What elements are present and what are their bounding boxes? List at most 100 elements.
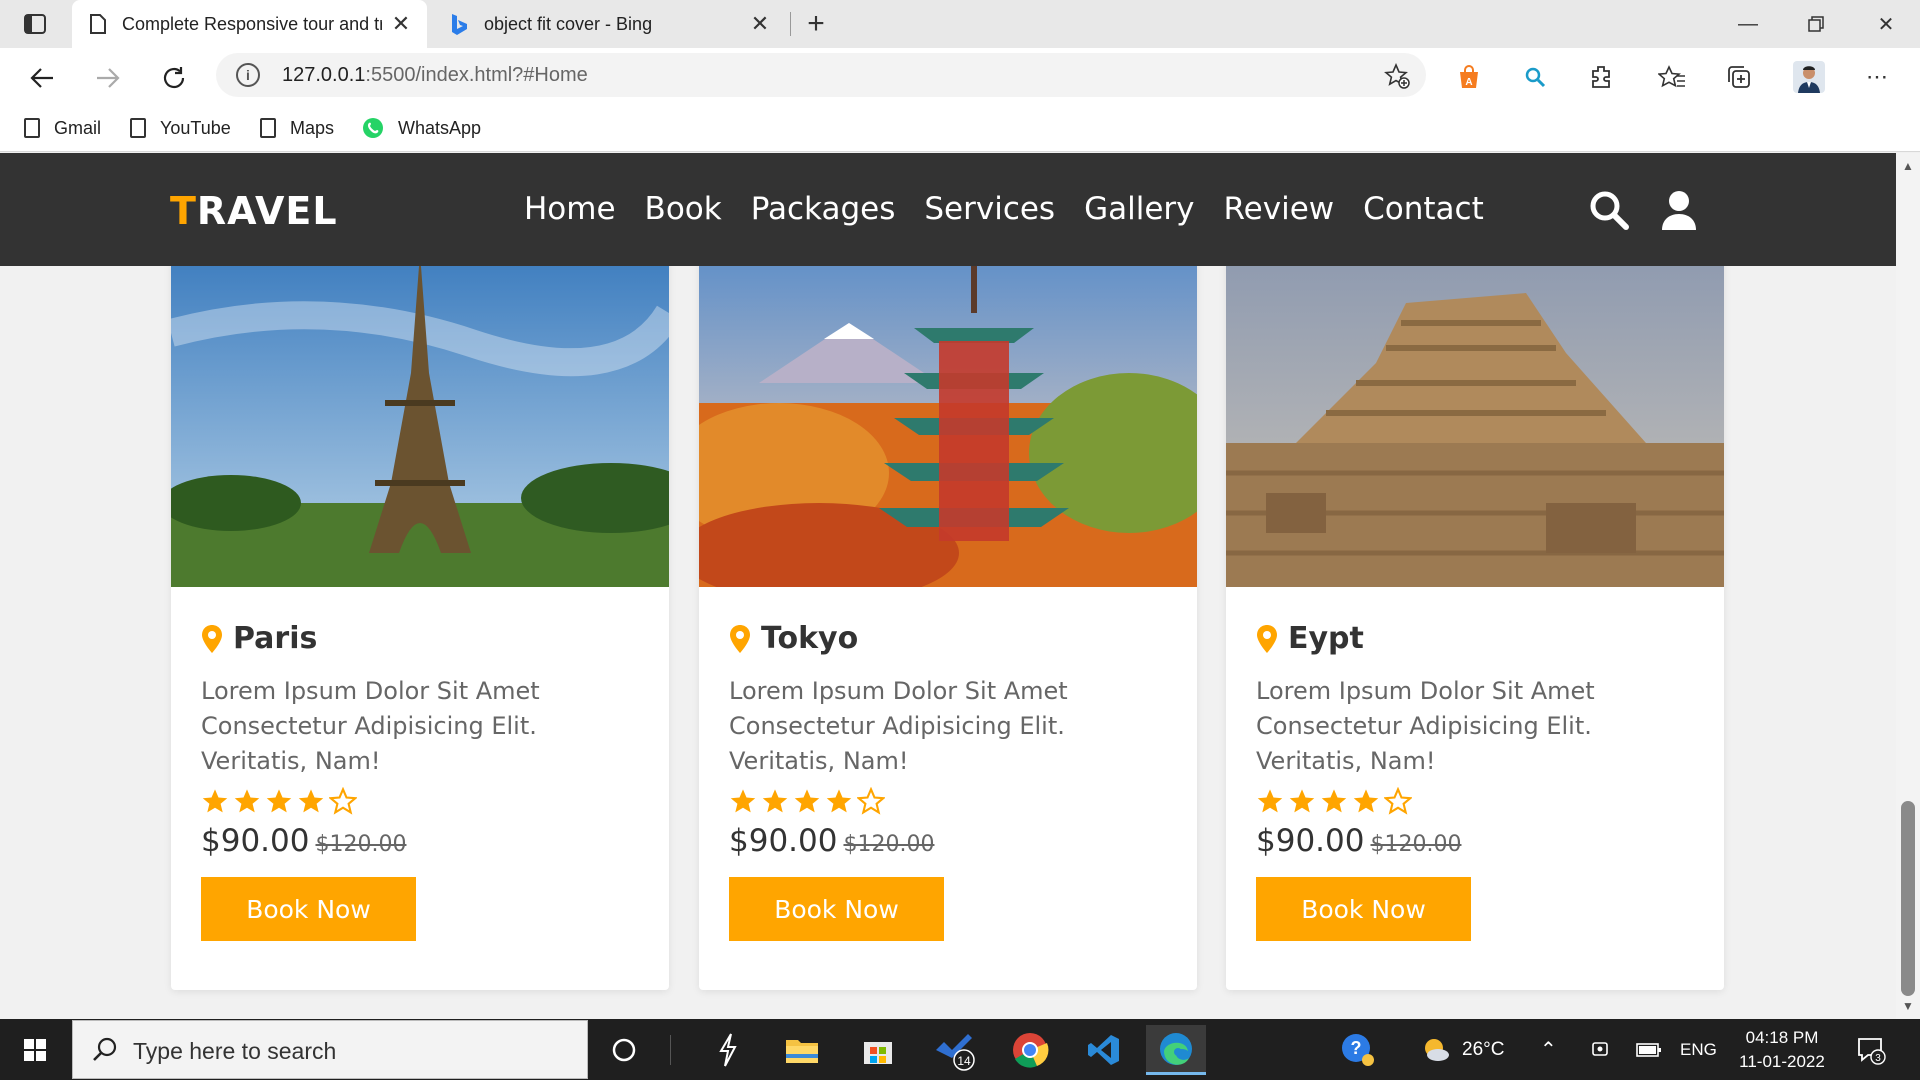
site-logo[interactable]: TRAVEL xyxy=(170,189,338,233)
price: $90.00 $120.00 xyxy=(201,823,641,859)
tab-current[interactable]: Complete Responsive tour and tr ✕ xyxy=(72,0,427,48)
book-now-button[interactable]: Book Now xyxy=(729,877,944,941)
file-explorer-icon[interactable] xyxy=(772,1025,832,1075)
star-icon xyxy=(1353,789,1379,813)
more-options-icon[interactable]: ⋯ xyxy=(1860,60,1894,94)
star-icon xyxy=(1257,789,1283,813)
nav-services[interactable]: Services xyxy=(924,191,1055,227)
search-icon[interactable] xyxy=(1588,189,1630,231)
tab-bing[interactable]: object fit cover - Bing ✕ xyxy=(438,0,786,48)
store-icon[interactable] xyxy=(848,1025,908,1075)
tab-actions-icon[interactable] xyxy=(14,11,56,37)
close-window-icon[interactable]: ✕ xyxy=(1862,8,1910,40)
close-tab-icon[interactable]: ✕ xyxy=(389,11,413,36)
bookmark-label: YouTube xyxy=(160,117,231,138)
svg-text:14: 14 xyxy=(957,1054,971,1068)
card-body: Eypt Lorem Ipsum Dolor Sit Amet Consecte… xyxy=(1256,621,1696,941)
help-icon[interactable]: ? xyxy=(1340,1019,1376,1080)
tokyo-image xyxy=(699,253,1197,587)
windows-start-icon[interactable] xyxy=(12,1035,58,1065)
bookmark-youtube[interactable]: YouTube xyxy=(130,114,231,142)
app-icon-bolt[interactable] xyxy=(698,1025,758,1075)
new-tab-icon[interactable]: + xyxy=(800,7,832,40)
tab-title: Complete Responsive tour and tr xyxy=(122,13,382,34)
egypt-image xyxy=(1226,253,1724,587)
add-favorite-icon[interactable] xyxy=(1384,63,1410,89)
profile-avatar[interactable] xyxy=(1792,60,1826,94)
meet-now-icon[interactable] xyxy=(1590,1019,1610,1080)
card-title: Paris xyxy=(201,621,641,656)
search-extension-icon[interactable] xyxy=(1518,60,1552,94)
star-outline-icon xyxy=(1384,787,1412,815)
star-icon xyxy=(826,789,852,813)
svg-text:A: A xyxy=(1465,77,1472,88)
taskbar: Type here to search 14 ? 26°C ⌃ ENG 04:1… xyxy=(0,1019,1920,1080)
restore-icon[interactable] xyxy=(1792,8,1840,40)
clock[interactable]: 04:18 PM 11-01-2022 xyxy=(1722,1026,1842,1074)
taskbar-search-input[interactable]: Type here to search xyxy=(72,1020,588,1079)
url-text: 127.0.0.1:5500/index.html?#Home xyxy=(282,64,588,86)
nav-contact[interactable]: Contact xyxy=(1363,191,1484,227)
search-icon xyxy=(93,1037,117,1061)
bookmark-label: Maps xyxy=(290,117,335,138)
star-icon xyxy=(266,789,292,813)
card-title: Tokyo xyxy=(729,621,1169,656)
nav-book[interactable]: Book xyxy=(645,191,722,227)
bookmark-maps[interactable]: Maps xyxy=(260,114,334,142)
battery-icon[interactable] xyxy=(1636,1019,1662,1080)
close-tab-icon[interactable]: ✕ xyxy=(748,11,772,36)
minimize-icon[interactable]: — xyxy=(1724,8,1772,40)
back-icon[interactable] xyxy=(24,60,60,96)
chrome-icon[interactable] xyxy=(1000,1025,1060,1075)
address-bar: i 127.0.0.1:5500/index.html?#Home A ⋯ xyxy=(0,48,1920,106)
favorites-icon[interactable] xyxy=(1655,60,1689,94)
scroll-up-icon[interactable]: ▲ xyxy=(1902,159,1914,173)
old-price: $120.00 xyxy=(315,832,407,857)
price: $90.00 $120.00 xyxy=(1256,823,1696,859)
todo-icon[interactable]: 14 xyxy=(924,1025,984,1075)
bookmark-gmail[interactable]: Gmail xyxy=(24,114,101,142)
card-description: Lorem Ipsum Dolor Sit Amet Consectetur A… xyxy=(201,677,540,775)
weather-temp: 26°C xyxy=(1462,1038,1505,1060)
refresh-icon[interactable] xyxy=(156,60,192,96)
user-icon[interactable] xyxy=(1658,189,1700,231)
book-now-button[interactable]: Book Now xyxy=(1256,877,1471,941)
forward-icon[interactable] xyxy=(90,60,126,96)
clock-time: 04:18 PM xyxy=(1745,1028,1819,1047)
language-indicator[interactable]: ENG xyxy=(1680,1019,1717,1080)
page-icon xyxy=(260,118,276,138)
card-description: Lorem Ipsum Dolor Sit Amet Consectetur A… xyxy=(1256,677,1595,775)
site-info-icon[interactable]: i xyxy=(236,63,260,87)
star-outline-icon xyxy=(857,787,885,815)
location-label: Tokyo xyxy=(761,621,859,656)
shopping-extension-icon[interactable]: A xyxy=(1452,60,1486,94)
scroll-thumb[interactable] xyxy=(1901,801,1915,996)
page-scrollbar[interactable]: ▲ ▼ xyxy=(1896,153,1920,1019)
map-marker-icon xyxy=(202,624,222,653)
chevron-up-icon[interactable]: ⌃ xyxy=(1540,1019,1557,1080)
rating-stars xyxy=(201,787,641,815)
taskbar-divider xyxy=(670,1035,671,1065)
book-now-button[interactable]: Book Now xyxy=(201,877,416,941)
vscode-icon[interactable] xyxy=(1074,1025,1134,1075)
scroll-down-icon[interactable]: ▼ xyxy=(1902,999,1914,1013)
extensions-icon[interactable] xyxy=(1584,60,1618,94)
weather-sun-icon xyxy=(1425,1038,1449,1061)
nav-gallery[interactable]: Gallery xyxy=(1084,191,1194,227)
notifications-icon[interactable]: 3 xyxy=(1856,1035,1886,1065)
nav-home[interactable]: Home xyxy=(524,191,616,227)
rating-stars xyxy=(1256,787,1696,815)
cortana-icon[interactable] xyxy=(594,1025,654,1075)
nav-packages[interactable]: Packages xyxy=(751,191,896,227)
edge-icon[interactable] xyxy=(1146,1025,1206,1075)
price: $90.00 $120.00 xyxy=(729,823,1169,859)
map-marker-icon xyxy=(730,624,750,653)
nav-review[interactable]: Review xyxy=(1224,191,1335,227)
old-price: $120.00 xyxy=(1370,832,1462,857)
bookmark-whatsapp[interactable]: WhatsApp xyxy=(362,114,481,142)
collections-icon[interactable] xyxy=(1722,60,1756,94)
star-icon xyxy=(794,789,820,813)
svg-text:3: 3 xyxy=(1875,1053,1881,1064)
weather-widget[interactable]: 26°C xyxy=(1420,1019,1504,1080)
url-field[interactable]: i 127.0.0.1:5500/index.html?#Home xyxy=(216,53,1426,97)
